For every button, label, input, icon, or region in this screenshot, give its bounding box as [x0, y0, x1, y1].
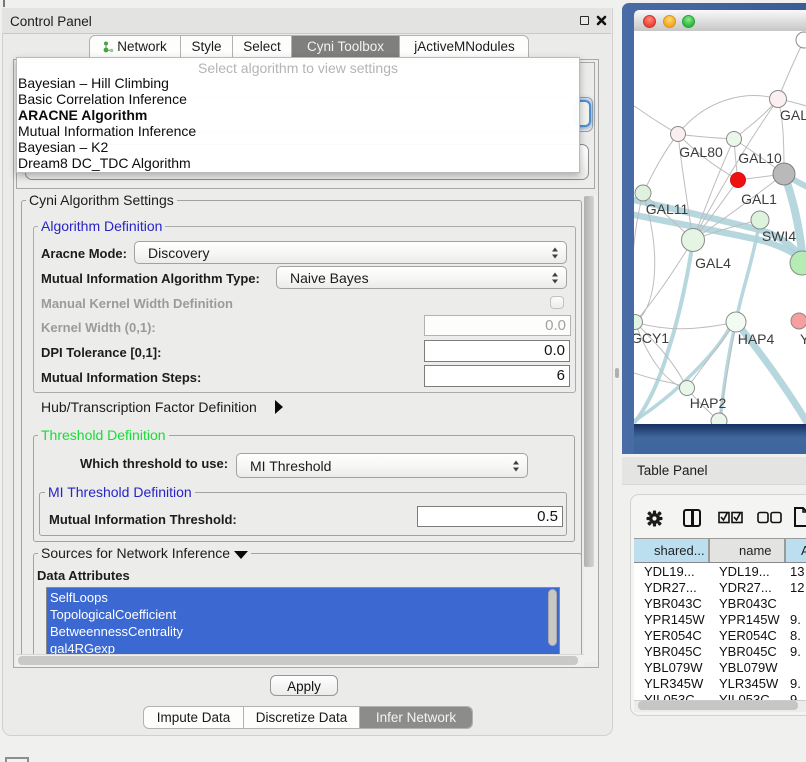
svg-text:GCY1: GCY1: [634, 330, 669, 346]
svg-text:GAL1: GAL1: [741, 191, 777, 207]
svg-text:HAP4: HAP4: [738, 331, 775, 347]
svg-text:GAL4: GAL4: [695, 255, 731, 271]
svg-text:SWI4: SWI4: [762, 228, 796, 244]
svg-text:GAL: GAL: [780, 107, 806, 123]
svg-text:GAL11: GAL11: [646, 201, 689, 217]
svg-text:GAL10: GAL10: [738, 150, 782, 166]
svg-text:HAP2: HAP2: [690, 395, 727, 411]
svg-text:Y: Y: [800, 331, 806, 347]
svg-text:GAL80: GAL80: [679, 144, 723, 160]
